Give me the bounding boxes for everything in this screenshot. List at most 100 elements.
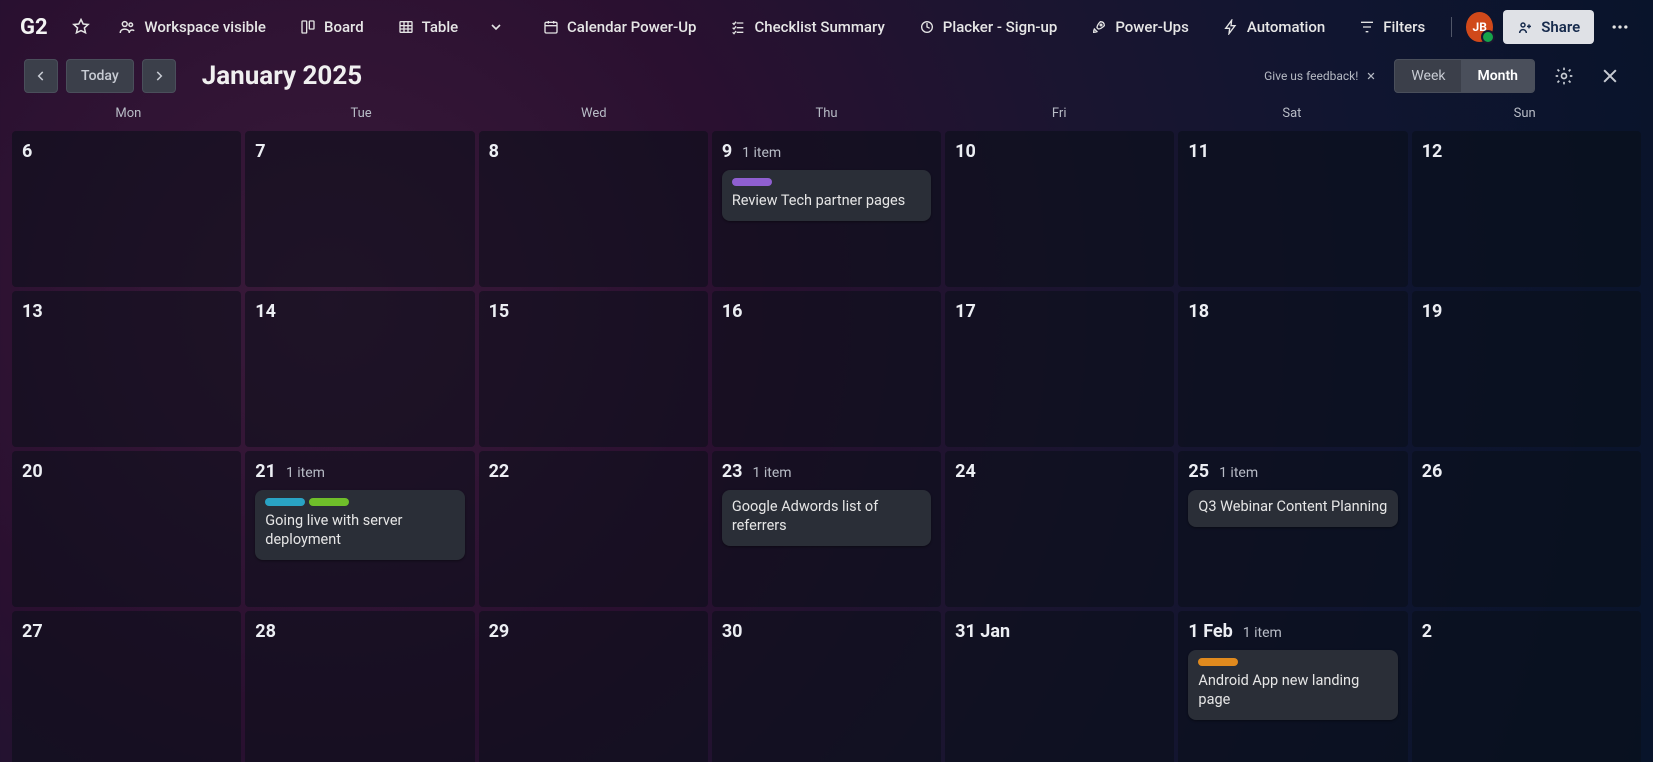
power-ups-button[interactable]: Power-Ups xyxy=(1079,10,1201,44)
board-icon xyxy=(300,19,316,35)
calendar-cell[interactable]: 31 Jan xyxy=(945,611,1174,762)
more-icon[interactable] xyxy=(1604,10,1635,44)
item-count: 1 item xyxy=(1243,625,1282,641)
placker-button[interactable]: Placker - Sign-up xyxy=(907,10,1070,44)
dow: Sat xyxy=(1176,100,1409,131)
nav-group: Today xyxy=(24,59,176,93)
next-button[interactable] xyxy=(142,59,176,93)
calendar-card[interactable]: Google Adwords list of referrers xyxy=(722,490,931,546)
workspace-visible-button[interactable]: Workspace visible xyxy=(106,10,278,44)
dow: Sun xyxy=(1408,100,1641,131)
calendar-powerup-button[interactable]: Calendar Power-Up xyxy=(531,10,708,44)
chevron-down-icon[interactable] xyxy=(480,10,511,44)
cell-header: 13 xyxy=(22,301,231,322)
day-number: 29 xyxy=(489,621,510,642)
calendar-cell[interactable]: 211 itemGoing live with server deploymen… xyxy=(245,451,474,607)
calendar-cell[interactable]: 26 xyxy=(1412,451,1641,607)
calendar-cell[interactable]: 29 xyxy=(479,611,708,762)
calendar-cell[interactable]: 13 xyxy=(12,291,241,447)
card-title: Android App new landing page xyxy=(1198,672,1387,710)
calendar-icon xyxy=(543,19,559,35)
day-number: 13 xyxy=(22,301,43,322)
item-count: 1 item xyxy=(286,465,325,481)
day-number: 28 xyxy=(255,621,276,642)
star-icon[interactable] xyxy=(66,10,97,44)
day-number: 9 xyxy=(722,141,732,162)
calendar-cell[interactable]: 10 xyxy=(945,131,1174,287)
cell-header: 31 Jan xyxy=(955,621,1164,642)
cell-header: 2 xyxy=(1422,621,1631,642)
calendar-cell[interactable]: 2 xyxy=(1412,611,1641,762)
table-view-button[interactable]: Table xyxy=(386,10,471,44)
view-week[interactable]: Week xyxy=(1395,60,1461,92)
board-view-label: Board xyxy=(324,18,364,36)
bolt-icon xyxy=(1223,19,1239,35)
calendar-controls: Today January 2025 Give us feedback! Wee… xyxy=(0,54,1653,98)
checklist-summary-button[interactable]: Checklist Summary xyxy=(718,10,896,44)
calendar-card[interactable]: Android App new landing page xyxy=(1188,650,1397,720)
calendar-cell[interactable]: 28 xyxy=(245,611,474,762)
calendar-cell[interactable]: 1 Feb 1 item Android App new landing page xyxy=(1178,611,1407,762)
calendar-card[interactable]: Review Tech partner pages xyxy=(722,170,931,221)
avatar[interactable]: JB xyxy=(1466,12,1493,42)
calendar-cell[interactable]: 11 xyxy=(1178,131,1407,287)
close-icon[interactable] xyxy=(1364,69,1378,83)
lime-label xyxy=(309,498,349,506)
day-number: 1 Feb xyxy=(1188,621,1232,642)
checklist-summary-label: Checklist Summary xyxy=(754,18,884,36)
day-number: 26 xyxy=(1422,461,1443,482)
calendar-card[interactable]: Q3 Webinar Content Planning xyxy=(1188,490,1397,527)
calendar-cell[interactable]: 18 xyxy=(1178,291,1407,447)
day-number: 15 xyxy=(489,301,510,322)
table-view-label: Table xyxy=(422,18,459,36)
calendar-cell[interactable]: 27 xyxy=(12,611,241,762)
calendar-cell[interactable]: 17 xyxy=(945,291,1174,447)
today-button[interactable]: Today xyxy=(66,59,134,93)
calendar-cell[interactable]: 251 item Q3 Webinar Content Planning xyxy=(1178,451,1407,607)
day-number: 16 xyxy=(722,301,743,322)
divider xyxy=(1451,17,1452,37)
day-number: 14 xyxy=(255,301,276,322)
calendar-cell[interactable]: 6 xyxy=(12,131,241,287)
view-month[interactable]: Month xyxy=(1461,60,1534,92)
day-number: 7 xyxy=(255,141,265,162)
cell-header: 231 item xyxy=(722,461,931,482)
calendar-cell[interactable]: 14 xyxy=(245,291,474,447)
purple-label xyxy=(732,178,772,186)
calendar-cell[interactable]: 24 xyxy=(945,451,1174,607)
dow: Wed xyxy=(477,100,710,131)
day-number: 11 xyxy=(1188,141,1209,162)
automation-button[interactable]: Automation xyxy=(1211,10,1337,44)
calendar-cell[interactable]: 30 xyxy=(712,611,941,762)
feedback-label: Give us feedback! xyxy=(1264,69,1358,83)
cell-header: 1 Feb 1 item xyxy=(1188,621,1397,642)
calendar-cell[interactable]: 91 itemReview Tech partner pages xyxy=(712,131,941,287)
day-number: 27 xyxy=(22,621,43,642)
cell-header: 8 xyxy=(489,141,698,162)
board-view-button[interactable]: Board xyxy=(288,10,376,44)
calendar-cell[interactable]: 15 xyxy=(479,291,708,447)
calendar-cell[interactable]: 22 xyxy=(479,451,708,607)
filters-button[interactable]: Filters xyxy=(1347,10,1437,44)
gear-icon[interactable] xyxy=(1547,59,1581,93)
cell-header: 24 xyxy=(955,461,1164,482)
calendar-cell[interactable]: 231 item Google Adwords list of referrers xyxy=(712,451,941,607)
feedback-prompt[interactable]: Give us feedback! xyxy=(1264,69,1378,83)
prev-button[interactable] xyxy=(24,59,58,93)
share-icon xyxy=(1517,19,1533,35)
share-button[interactable]: Share xyxy=(1503,10,1594,44)
calendar-card[interactable]: Going live with server deployment xyxy=(255,490,464,560)
calendar-cell[interactable]: 16 xyxy=(712,291,941,447)
cell-header: 18 xyxy=(1188,301,1397,322)
calendar-cell[interactable]: 8 xyxy=(479,131,708,287)
cell-header: 251 item xyxy=(1188,461,1397,482)
calendar-cell[interactable]: 12 xyxy=(1412,131,1641,287)
calendar-cell[interactable]: 7 xyxy=(245,131,474,287)
day-number: 24 xyxy=(955,461,976,482)
workspace-visible-label: Workspace visible xyxy=(144,18,266,36)
calendar-cell[interactable]: 19 xyxy=(1412,291,1641,447)
dow: Tue xyxy=(245,100,478,131)
calendar-cell[interactable]: 20 xyxy=(12,451,241,607)
close-calendar-icon[interactable] xyxy=(1593,59,1627,93)
card-title: Google Adwords list of referrers xyxy=(732,498,921,536)
